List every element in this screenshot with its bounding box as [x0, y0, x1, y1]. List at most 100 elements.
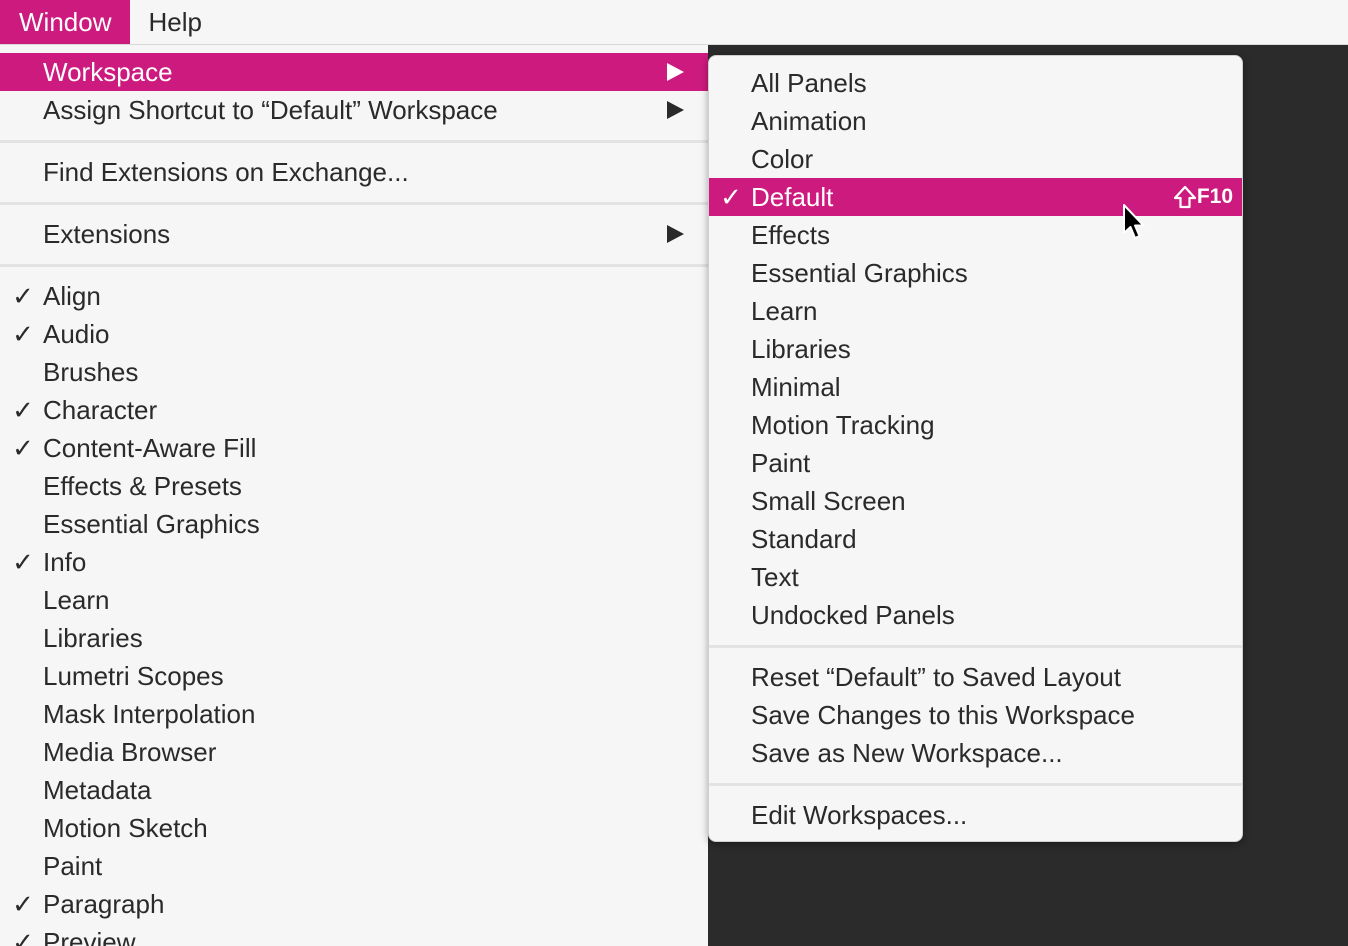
workspace-item[interactable]: Libraries [709, 330, 1242, 368]
workspace-item[interactable]: Learn [709, 292, 1242, 330]
menu-item-panel[interactable]: Metadata [0, 771, 708, 809]
menu-item-label: Small Screen [751, 485, 906, 516]
workspace-item[interactable]: Animation [709, 102, 1242, 140]
menu-item-label: Text [751, 561, 799, 592]
menu-item-save-changes[interactable]: Save Changes to this Workspace [709, 696, 1242, 734]
workspace-item[interactable]: Text [709, 558, 1242, 596]
menu-item-panel[interactable]: Brushes [0, 353, 708, 391]
shortcut-hint: F10 [1173, 185, 1233, 209]
workspace-item[interactable]: Effects [709, 216, 1242, 254]
menu-item-label: Audio [43, 318, 110, 349]
menu-item-label: Reset “Default” to Saved Layout [751, 661, 1121, 692]
workspace-item[interactable]: Small Screen [709, 482, 1242, 520]
menu-item-label: Metadata [43, 774, 152, 805]
menu-item-panel[interactable]: Mask Interpolation [0, 695, 708, 733]
shortcut-key: F10 [1196, 185, 1233, 208]
menu-item-label: Motion Tracking [751, 409, 935, 440]
checkmark-icon: ✓ [12, 432, 34, 463]
triangle-right-icon [667, 101, 684, 119]
shift-key-icon [1173, 185, 1196, 209]
checkmark-icon: ✓ [12, 546, 34, 577]
menu-item-label: Content-Aware Fill [43, 432, 257, 463]
menu-item-label: Default [751, 181, 834, 212]
menu-item-label: Mask Interpolation [43, 698, 256, 729]
menu-item-panel[interactable]: ✓ Audio [0, 315, 708, 353]
workspace-item[interactable]: Essential Graphics [709, 254, 1242, 292]
menu-item-panel[interactable]: ✓ Info [0, 543, 708, 581]
menu-item-label: Save as New Workspace... [751, 737, 1063, 768]
menu-separator [709, 772, 1242, 796]
checkmark-icon: ✓ [12, 926, 34, 946]
menu-item-panel[interactable]: ✓ Content-Aware Fill [0, 429, 708, 467]
menu-item-assign-shortcut[interactable]: Assign Shortcut to “Default” Workspace [0, 91, 708, 129]
menu-item-label: Minimal [751, 371, 841, 402]
workspace-item[interactable]: Minimal [709, 368, 1242, 406]
menu-item-reset-layout[interactable]: Reset “Default” to Saved Layout [709, 658, 1242, 696]
menu-item-label: Align [43, 280, 101, 311]
menu-item-edit-workspaces[interactable]: Edit Workspaces... [709, 796, 1242, 834]
menu-item-label: Info [43, 546, 87, 577]
menu-item-label: Paint [751, 447, 811, 478]
menu-item-label: Effects & Presets [43, 470, 242, 501]
menu-item-label: Effects [751, 219, 831, 250]
mouse-pointer-icon [1123, 204, 1145, 239]
menu-item-panel[interactable]: ✓ Preview [0, 923, 708, 946]
workspace-item[interactable]: All Panels [709, 64, 1242, 102]
workspace-item[interactable]: Motion Tracking [709, 406, 1242, 444]
menu-item-label: Libraries [43, 622, 143, 653]
menu-item-workspace[interactable]: Workspace [0, 53, 708, 91]
menu-item-label: Libraries [751, 333, 851, 364]
menu-item-label: Paint [43, 850, 103, 881]
window-menu: Workspace Assign Shortcut to “Default” W… [0, 45, 708, 946]
menu-item-panel[interactable]: ✓ Paragraph [0, 885, 708, 923]
menu-item-label: Undocked Panels [751, 599, 955, 630]
triangle-right-icon [667, 225, 684, 243]
menu-item-label: Standard [751, 523, 857, 554]
menu-item-label: Character [43, 394, 158, 425]
menu-item-panel[interactable]: Learn [0, 581, 708, 619]
workspace-item[interactable]: Standard [709, 520, 1242, 558]
workspace-item[interactable]: Paint [709, 444, 1242, 482]
triangle-right-icon [667, 63, 684, 81]
menu-item-panel[interactable]: Motion Sketch [0, 809, 708, 847]
menu-item-panel[interactable]: ✓ Character [0, 391, 708, 429]
menu-item-panel[interactable]: Effects & Presets [0, 467, 708, 505]
menu-item-label: Extensions [43, 218, 171, 249]
menu-item-save-new-workspace[interactable]: Save as New Workspace... [709, 734, 1242, 772]
menubar-help[interactable]: Help [130, 0, 219, 44]
menu-item-extensions[interactable]: Extensions [0, 215, 708, 253]
checkmark-icon: ✓ [720, 181, 742, 212]
menu-item-panel[interactable]: Lumetri Scopes [0, 657, 708, 695]
menu-item-label: Essential Graphics [43, 508, 260, 539]
menu-item-panel[interactable]: Essential Graphics [0, 505, 708, 543]
menu-item-panel[interactable]: Paint [0, 847, 708, 885]
menu-item-panel[interactable]: Media Browser [0, 733, 708, 771]
menu-item-label: Color [751, 143, 814, 174]
menu-item-panel[interactable]: Libraries [0, 619, 708, 657]
workspace-item-default[interactable]: ✓ Default F10 [709, 178, 1242, 216]
checkmark-icon: ✓ [12, 888, 34, 919]
checkmark-icon: ✓ [12, 318, 34, 349]
menu-item-label: Learn [43, 584, 110, 615]
menu-item-label: Brushes [43, 356, 139, 387]
menu-item-label: Animation [751, 105, 867, 136]
menu-item-label: Preview [43, 926, 136, 946]
menu-item-label: Workspace [43, 56, 173, 87]
menu-item-label: Learn [751, 295, 818, 326]
menu-item-label: Edit Workspaces... [751, 799, 968, 830]
menu-bar: Window Help [0, 0, 1348, 45]
menu-item-label: Essential Graphics [751, 257, 968, 288]
menu-separator [0, 253, 708, 277]
menu-item-find-extensions[interactable]: Find Extensions on Exchange... [0, 153, 708, 191]
menu-item-label: Media Browser [43, 736, 217, 767]
menu-item-label: Assign Shortcut to “Default” Workspace [43, 94, 498, 125]
menu-item-panel[interactable]: ✓ Align [0, 277, 708, 315]
menubar-window[interactable]: Window [0, 0, 131, 44]
menu-separator [0, 191, 708, 215]
workspace-submenu: All Panels Animation Color ✓ Default F10… [708, 55, 1243, 842]
workspace-item[interactable]: Undocked Panels [709, 596, 1242, 634]
menu-item-label: Lumetri Scopes [43, 660, 224, 691]
workspace-item[interactable]: Color [709, 140, 1242, 178]
menu-item-label: Paragraph [43, 888, 165, 919]
menu-item-label: Save Changes to this Workspace [751, 699, 1135, 730]
